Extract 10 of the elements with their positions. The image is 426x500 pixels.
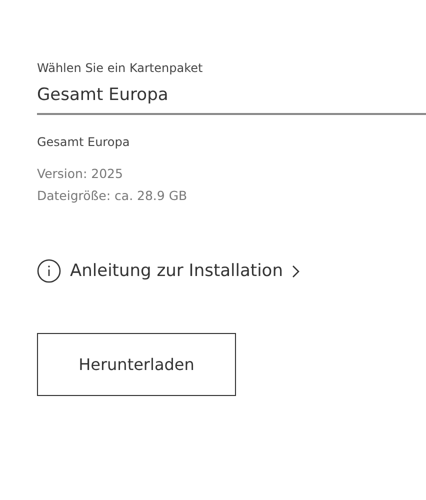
package-select[interactable]: Wählen Sie ein Kartenpaket Gesamt Europa	[37, 61, 426, 115]
select-value: Gesamt Europa	[37, 85, 170, 105]
select-label: Wählen Sie ein Kartenpaket	[37, 61, 204, 75]
info-icon	[37, 259, 61, 283]
chevron-icon	[292, 264, 300, 278]
installation-link[interactable]: Anleitung zur Installation	[37, 259, 300, 283]
download-button[interactable]: Herunterladen	[37, 333, 236, 396]
package-name: Gesamt Europa	[37, 135, 130, 149]
file-size-text: Dateigröße: ca. 28.9 GB	[37, 187, 188, 205]
version-text: Version: 2025	[37, 165, 123, 183]
